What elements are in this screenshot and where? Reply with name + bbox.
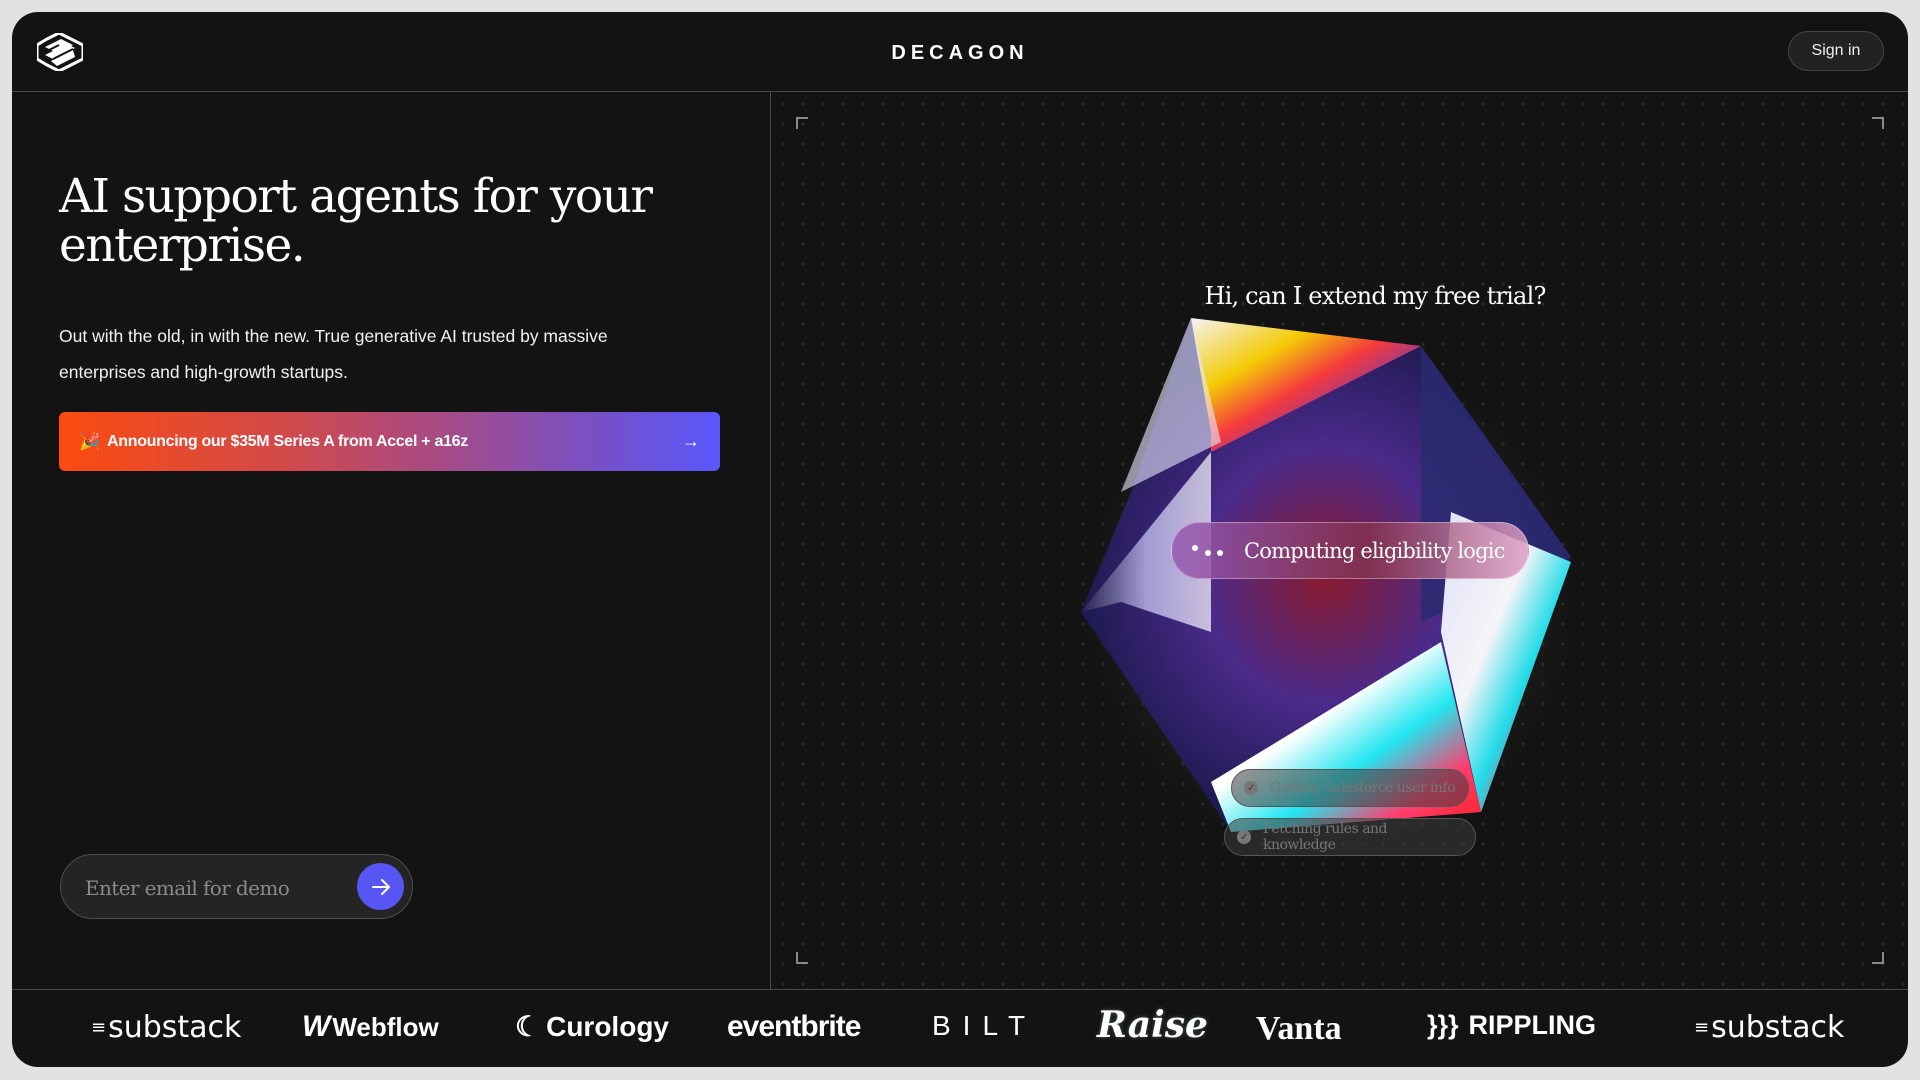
logo-substack: ≡ substack: [91, 1010, 242, 1045]
announcement-banner[interactable]: 🎉 Announcing our $35M Series A from Acce…: [59, 412, 720, 471]
demo-panel: Hi, can I extend my free trial? Computin…: [770, 92, 1908, 989]
party-popper-icon: 🎉: [79, 431, 101, 451]
step-label: Fetching rules and knowledge: [1262, 821, 1388, 853]
logo-vanta: Vanta: [1256, 1010, 1342, 1047]
logo-substack: ≡ substack: [1694, 1010, 1845, 1045]
step-label: Getting Salesforce user info: [1270, 780, 1456, 796]
arrow-right-icon: [371, 878, 390, 895]
rippling-icon: }}}: [1427, 1010, 1459, 1040]
check-circle-icon: ✓: [1237, 830, 1251, 844]
corner-mark: [796, 952, 808, 964]
browser-window: DECAGON Sign in AI support agents for yo…: [12, 12, 1908, 1067]
hero-subtext: Out with the old, in with the new. True …: [59, 326, 608, 382]
typing-dots-icon: [1192, 541, 1226, 561]
site-header: DECAGON Sign in: [12, 12, 1908, 92]
hero-headline: AI support agents for your enterprise.: [59, 169, 653, 273]
customer-logo-strip: ≡ substack W Webflow ☾ Curology eventbrite …: [12, 989, 1908, 1067]
email-demo-form: [60, 854, 413, 920]
check-circle-icon: ✓: [1244, 781, 1258, 795]
corner-mark: [796, 117, 808, 129]
logo-webflow: W Webflow: [302, 1010, 439, 1043]
announcement-label: Announcing our $35M Series A from Accel …: [107, 432, 468, 450]
arrow-right-icon: →: [682, 431, 700, 451]
brand-wordmark: DECAGON: [891, 42, 1029, 64]
logo-eventbrite: eventbrite: [727, 1010, 861, 1043]
curology-icon: ☾: [515, 1011, 541, 1042]
email-input[interactable]: [83, 855, 347, 920]
logo-curology: ☾ Curology: [515, 1010, 669, 1043]
logo-raise: Raise: [1097, 1004, 1208, 1046]
substack-icon: ≡: [91, 1017, 107, 1038]
substack-icon: ≡: [1694, 1017, 1710, 1038]
customer-question: Hi, can I extend my free trial?: [1204, 282, 1546, 310]
status-pill: Computing eligibility logic: [1171, 522, 1529, 579]
status-text: Computing eligibility logic: [1244, 538, 1505, 563]
sign-in-button[interactable]: Sign in: [1788, 31, 1884, 71]
logo-rippling: }}} RIPPLING: [1427, 1010, 1597, 1040]
logo-bilt: BILT: [932, 1010, 1038, 1041]
step-item: ✓ Fetching rules and knowledge: [1224, 818, 1476, 856]
corner-mark: [1872, 117, 1884, 129]
corner-mark: [1872, 952, 1884, 964]
hero-panel: AI support agents for your enterprise. O…: [12, 92, 769, 989]
step-item: ✓ Getting Salesforce user info: [1231, 769, 1469, 807]
webflow-icon: W: [302, 1010, 330, 1043]
email-submit-button[interactable]: [357, 863, 404, 910]
